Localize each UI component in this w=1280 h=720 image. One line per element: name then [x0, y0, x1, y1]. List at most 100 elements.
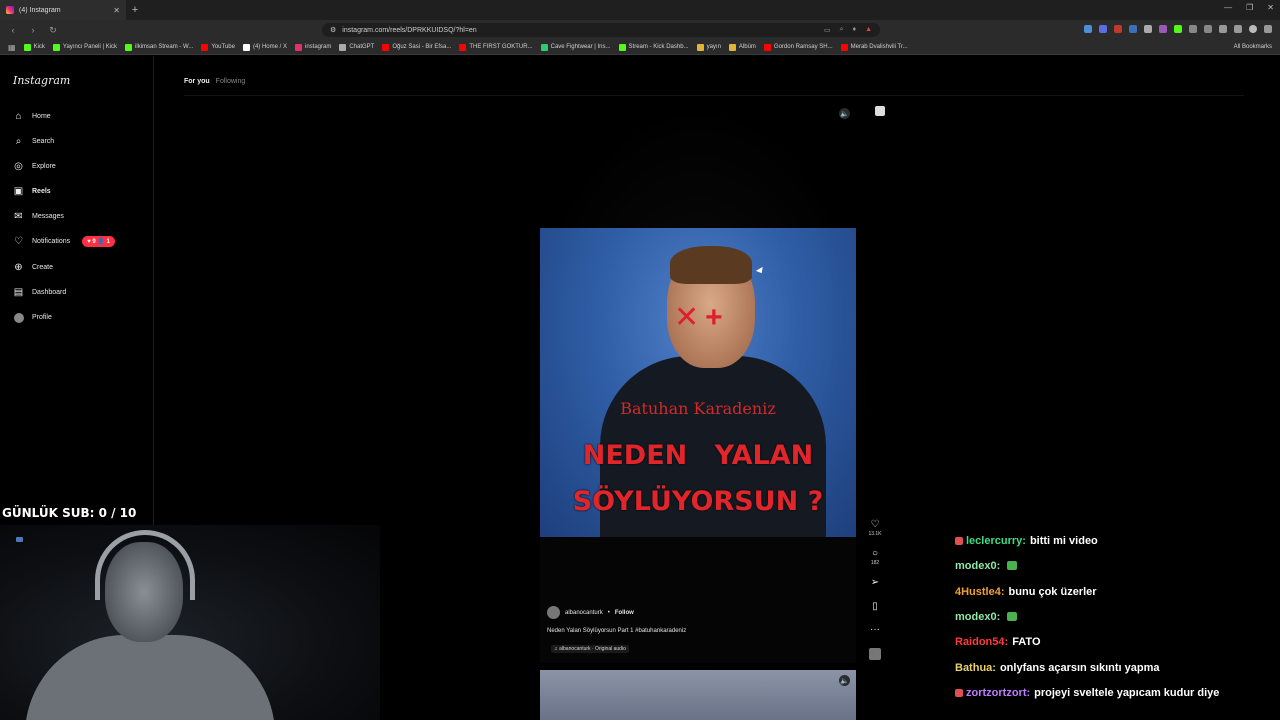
bookmark-favicon-icon: [52, 43, 60, 51]
bookmark-item[interactable]: Yayıncı Paneli | Kick: [52, 43, 118, 51]
dashboard-icon: ▤: [13, 287, 24, 298]
instagram-logo[interactable]: Instagram: [13, 74, 70, 87]
nav-messages[interactable]: ✉ Messages: [13, 211, 64, 222]
extension-icon[interactable]: [1159, 25, 1167, 33]
bookmark-item[interactable]: THE FIRST GOKTUR...: [459, 43, 533, 51]
music-icon[interactable]: [1219, 25, 1227, 33]
bookmark-favicon-icon: [125, 43, 133, 51]
reel-audio-link[interactable]: ♫ albanocanturk · Original audio: [551, 645, 629, 653]
extension-icon[interactable]: [1114, 25, 1122, 33]
comment-icon: ○: [871, 548, 879, 559]
video-overlay-name: Batuhan Karadeniz: [620, 399, 776, 418]
bookmark-item[interactable]: ilkimsan Stream - W...: [125, 43, 194, 51]
nav-home[interactable]: ⌂ Home: [13, 111, 50, 122]
divider: [184, 95, 1244, 96]
nav-notifications[interactable]: ♡ Notifications ♥ 9 👤 1: [13, 236, 115, 247]
nav-reels[interactable]: ▣ Reels: [13, 186, 51, 197]
nav-label: Reels: [32, 188, 51, 195]
cast-icon[interactable]: ▭: [824, 26, 831, 34]
apps-icon[interactable]: ▦: [8, 43, 16, 52]
browser-tab[interactable]: (4) Instagram ✕: [0, 0, 126, 20]
extension-icon[interactable]: [1174, 25, 1182, 33]
bookmark-item[interactable]: ChatGPT: [339, 43, 375, 51]
volume-icon[interactable]: 🔈: [839, 675, 850, 686]
bookmark-item[interactable]: Kick: [23, 43, 45, 51]
bookmark-item[interactable]: Albüm: [728, 43, 756, 51]
shield-icon[interactable]: ♦: [852, 26, 856, 34]
forward-icon[interactable]: ›: [26, 25, 40, 35]
nav-dashboard[interactable]: ▤ Dashboard: [13, 287, 66, 298]
all-bookmarks-button[interactable]: All Bookmarks: [1234, 44, 1272, 50]
pip-icon[interactable]: [875, 106, 885, 116]
chat-text: FATO: [1012, 636, 1041, 648]
nav-label: Messages: [32, 213, 64, 220]
author-avatar[interactable]: [547, 606, 560, 619]
chat-text: onlyfans açarsın sıkıntı yapma: [999, 662, 1160, 674]
nav-explore[interactable]: ◎ Explore: [13, 161, 56, 172]
feed-tabs: For you Following: [184, 78, 245, 85]
nav-search[interactable]: ⌕ Search: [13, 136, 55, 147]
zoom-icon[interactable]: ⌕: [840, 26, 844, 34]
reload-icon[interactable]: ↻: [46, 25, 60, 36]
close-tab-icon[interactable]: ✕: [113, 6, 120, 15]
heart-icon: ♡: [14, 236, 23, 247]
like-button[interactable]: ♡ 13.1K: [866, 520, 884, 538]
bookmark-item[interactable]: Cave Fightwear | Ins...: [540, 43, 611, 51]
next-reel-preview[interactable]: [540, 670, 856, 720]
extension-icon[interactable]: [1189, 25, 1197, 33]
menu-icon[interactable]: [1264, 25, 1272, 33]
extension-icon[interactable]: [1144, 25, 1152, 33]
bookmark-item[interactable]: YouTube: [201, 43, 235, 51]
comment-button[interactable]: ○ 182: [866, 548, 884, 567]
sidepanel-icon[interactable]: [1234, 25, 1242, 33]
save-button[interactable]: ▯: [866, 602, 884, 612]
chat-text: bunu çok üzerler: [1008, 586, 1097, 598]
bookmark-item[interactable]: Merab Dvalishvili Tr...: [840, 43, 908, 51]
chat-username: modex0:: [955, 611, 1001, 623]
reel-caption: Neden Yalan Söylüyorsun Part 1 #batuhank…: [547, 628, 687, 634]
bookmark-item[interactable]: instagram: [294, 43, 331, 51]
bookmark-item[interactable]: Stream - Kick Dashb...: [618, 43, 689, 51]
tab-following[interactable]: Following: [216, 78, 246, 85]
bookmark-item[interactable]: Gordon Ramsay SH...: [763, 43, 833, 51]
bookmark-item[interactable]: (4) Home / X: [242, 43, 287, 51]
profile-icon[interactable]: [1249, 25, 1257, 33]
bookmark-favicon-icon: [696, 43, 704, 51]
audio-thumbnail[interactable]: [869, 648, 881, 660]
extension-icon[interactable]: [1129, 25, 1137, 33]
alert-icon[interactable]: ▲: [865, 26, 872, 34]
extension-icon[interactable]: [1084, 25, 1092, 33]
volume-icon[interactable]: 🔈: [839, 108, 850, 119]
messages-icon: ✉: [14, 211, 23, 222]
extension-icon[interactable]: [1204, 25, 1212, 33]
bookmark-item[interactable]: yayın: [696, 43, 721, 51]
share-button[interactable]: ➢: [866, 578, 884, 588]
chat-badge-icon: [955, 537, 963, 545]
bookmark-favicon-icon: [763, 43, 771, 51]
extensions-bar: [1084, 25, 1272, 33]
nav-profile[interactable]: Profile: [13, 312, 52, 323]
reel-video[interactable]: ✕+ Batuhan Karadeniz NEDEN YALAN SÖYLÜYO…: [540, 228, 856, 537]
address-bar[interactable]: ⚙ instagram.com/reels/DPRKKUIDSQ/?hl=en …: [322, 23, 880, 37]
maximize-icon[interactable]: ❐: [1246, 3, 1253, 12]
site-info-icon[interactable]: ⚙: [330, 26, 336, 34]
bookmark-favicon-icon: [540, 43, 548, 51]
extension-icon[interactable]: [1099, 25, 1107, 33]
back-icon[interactable]: ‹: [6, 25, 20, 35]
author-name[interactable]: albanocanturk: [565, 610, 603, 616]
chat-username: modex0:: [955, 560, 1001, 572]
close-window-icon[interactable]: ✕: [1267, 3, 1274, 12]
new-tab-button[interactable]: +: [126, 4, 144, 16]
tab-for-you[interactable]: For you: [184, 78, 210, 85]
bookmark-item[interactable]: Oğuz Sasi - Bir Efsa...: [382, 43, 451, 51]
bookmark-label: Yayıncı Paneli | Kick: [62, 44, 118, 50]
more-button[interactable]: ···: [866, 625, 884, 635]
bookmark-label: ChatGPT: [349, 44, 375, 50]
bookmark-label: ilkimsan Stream - W...: [135, 44, 194, 50]
nav-create[interactable]: ⊕ Create: [13, 262, 53, 273]
follow-button[interactable]: Follow: [615, 610, 634, 616]
notification-badge[interactable]: ♥ 9 👤 1: [82, 236, 115, 247]
nav-label: Search: [32, 138, 55, 145]
minimize-icon[interactable]: —: [1224, 3, 1232, 12]
webcam-overlay: [0, 525, 380, 720]
